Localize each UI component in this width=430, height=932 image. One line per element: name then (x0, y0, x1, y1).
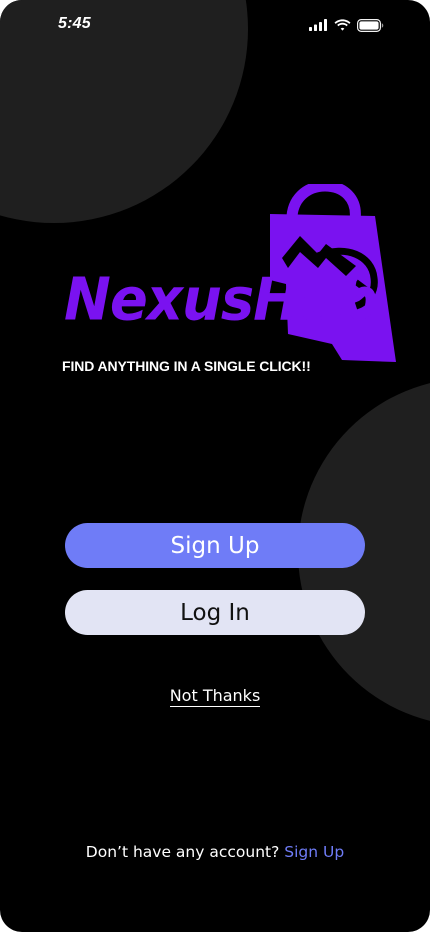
status-icons (309, 17, 384, 33)
log-in-button[interactable]: Log In (65, 590, 365, 635)
footer-prompt-text: Don’t have any account? (85, 843, 280, 861)
not-thanks-link[interactable]: Not Thanks (169, 686, 261, 707)
footer-sign-up-link[interactable]: Sign Up (284, 843, 344, 861)
nexushub-logo: NexusHub (60, 184, 402, 374)
not-thanks-container: Not Thanks (0, 686, 430, 707)
status-time: 5:45 (58, 15, 91, 32)
cellular-signal-icon (309, 19, 328, 31)
status-bar: 5:45 (0, 0, 430, 50)
sign-up-button[interactable]: Sign Up (65, 523, 365, 568)
logo-wordmark: NexusHub (64, 266, 378, 335)
wifi-icon (334, 19, 351, 31)
footer-signup-prompt: Don’t have any account? Sign Up (0, 843, 430, 861)
battery-icon (357, 18, 384, 32)
app-screen: 5:45 NexusHub FIND ANYTHING IN A SINGLE … (0, 0, 430, 932)
tagline: FIND ANYTHING IN A SINGLE CLICK!! (62, 358, 311, 374)
